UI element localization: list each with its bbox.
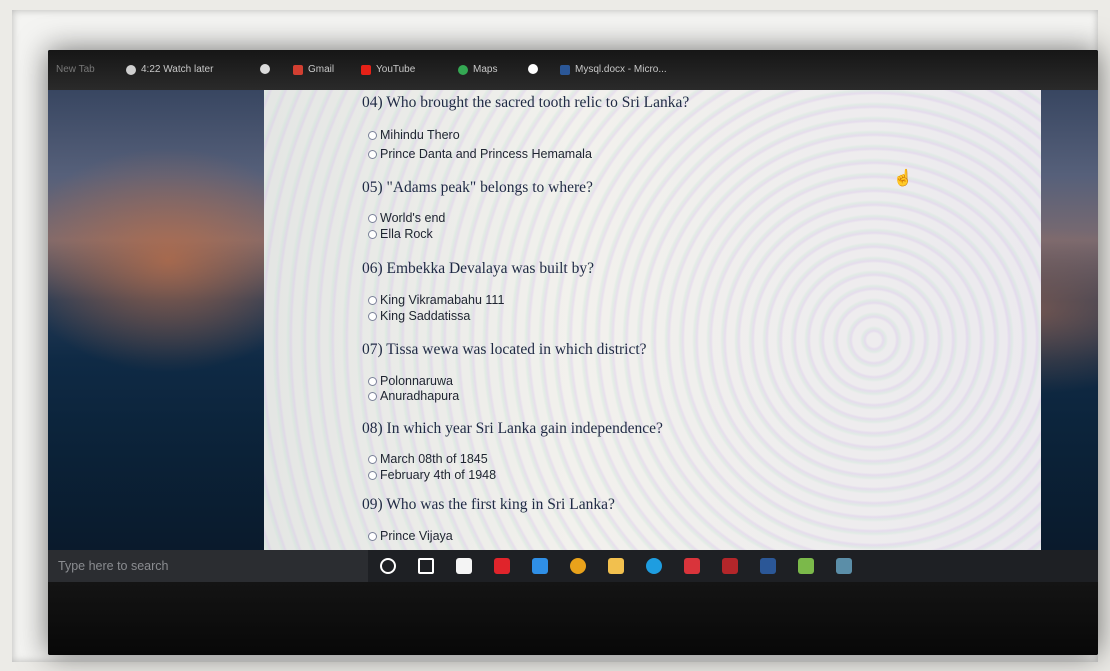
globe-icon — [260, 64, 270, 74]
option-row[interactable]: King Vikramabahu 111 — [368, 293, 504, 307]
option-row[interactable]: World's end — [368, 211, 445, 225]
bookmark-gmail[interactable]: Gmail — [293, 64, 334, 75]
radio-button[interactable] — [368, 376, 377, 386]
cortana-icon[interactable] — [380, 558, 396, 574]
umbrella-icon[interactable] — [494, 558, 510, 574]
question-09: 09) Who was the first king in Sri Lanka? — [362, 496, 615, 513]
maps-icon — [458, 64, 468, 75]
radio-button[interactable] — [368, 391, 377, 401]
bookmark-label: New Tab — [56, 64, 95, 75]
option-row[interactable]: Prince Vijaya — [368, 529, 453, 543]
radio-button[interactable] — [368, 229, 377, 239]
monitor-screen: New Tab 4:22 Watch later Gmail YouTube M… — [48, 50, 1098, 655]
bookmark-label: Mysql.docx - Micro... — [575, 64, 667, 75]
bookmark-maps[interactable]: Maps — [458, 64, 497, 75]
taskbar: Type here to search — [48, 550, 1098, 582]
bookmark-google[interactable] — [528, 64, 538, 74]
bookmark-label: YouTube — [376, 64, 416, 75]
option-row[interactable]: Ella Rock — [368, 227, 433, 241]
bookmark-watch-later[interactable]: 4:22 Watch later — [126, 64, 213, 75]
option-row[interactable]: Mihindu Thero — [368, 128, 460, 142]
option-label: World's end — [380, 211, 446, 225]
option-row[interactable]: Anuradhapura — [368, 389, 459, 403]
word-icon[interactable] — [760, 558, 776, 574]
option-row[interactable]: King Saddatissa — [368, 309, 470, 323]
bookmark-youtube[interactable]: YouTube — [361, 64, 415, 75]
option-label: Prince Danta and Princess Hemamala — [380, 147, 592, 161]
google-icon — [528, 64, 538, 74]
radio-button[interactable] — [368, 213, 377, 223]
option-row[interactable]: Prince Danta and Princess Hemamala — [368, 147, 592, 161]
mail-icon[interactable] — [532, 558, 548, 574]
option-label: Ella Rock — [380, 227, 433, 241]
bookmark-label: Gmail — [308, 64, 335, 75]
option-row[interactable]: March 08th of 1845 — [368, 452, 488, 466]
radio-button[interactable] — [368, 454, 377, 464]
word-icon — [560, 64, 570, 75]
question-05: 05) "Adams peak" belongs to where? — [362, 179, 593, 196]
hand-cursor-icon: ☝ — [893, 170, 913, 187]
radio-button[interactable] — [368, 149, 377, 159]
question-06: 06) Embekka Devalaya was built by? — [362, 260, 594, 277]
monitor-bezel-reflection — [48, 582, 1098, 655]
option-label: Polonnaruwa — [380, 374, 453, 388]
app-icon[interactable] — [684, 558, 700, 574]
bookmark-globe[interactable] — [260, 64, 270, 74]
bookmark-mysql-doc[interactable]: Mysql.docx - Micro... — [560, 64, 667, 75]
youtube-icon — [361, 64, 371, 75]
option-label: Anuradhapura — [380, 389, 460, 403]
bookmark-new-tab[interactable]: New Tab — [56, 64, 95, 75]
option-label: King Saddatissa — [380, 309, 471, 323]
option-label: February 4th of 1948 — [380, 468, 497, 482]
bookmark-label: Maps — [473, 64, 498, 75]
question-07: 07) Tissa wewa was located in which dist… — [362, 341, 647, 358]
chrome-icon[interactable] — [570, 558, 586, 574]
store-icon[interactable] — [456, 558, 472, 574]
radio-button[interactable] — [368, 130, 377, 140]
radio-button[interactable] — [368, 470, 377, 480]
app-icon-2[interactable] — [836, 558, 852, 574]
taskbar-search-placeholder: Type here to search — [58, 559, 169, 573]
gmail-icon — [293, 64, 303, 75]
edge-icon[interactable] — [646, 558, 662, 574]
option-row[interactable]: Polonnaruwa — [368, 374, 453, 388]
option-label: Prince Vijaya — [380, 529, 453, 543]
radio-button[interactable] — [368, 295, 377, 305]
photo-frame: New Tab 4:22 Watch later Gmail YouTube M… — [12, 10, 1098, 662]
radio-button[interactable] — [368, 311, 377, 321]
option-label: King Vikramabahu 111 — [380, 293, 505, 307]
question-08: 08) In which year Sri Lanka gain indepen… — [362, 420, 663, 437]
bookmarks-bar: New Tab 4:22 Watch later Gmail YouTube M… — [48, 50, 1098, 90]
question-04: 04) Who brought the sacred tooth relic t… — [362, 94, 690, 111]
option-label: Mihindu Thero — [380, 128, 460, 142]
clock-icon — [126, 64, 136, 75]
option-row[interactable]: February 4th of 1948 — [368, 468, 496, 482]
bookmark-label: 4:22 Watch later — [141, 64, 214, 75]
radio-button[interactable] — [368, 531, 377, 541]
notepad-icon[interactable] — [798, 558, 814, 574]
filezilla-icon[interactable] — [722, 558, 738, 574]
file-explorer-icon[interactable] — [608, 558, 624, 574]
option-label: March 08th of 1845 — [380, 452, 488, 466]
quiz-page: 04) Who brought the sacred tooth relic t… — [264, 90, 1041, 550]
task-view-icon[interactable] — [418, 558, 434, 574]
taskbar-search-box[interactable]: Type here to search — [48, 550, 368, 582]
